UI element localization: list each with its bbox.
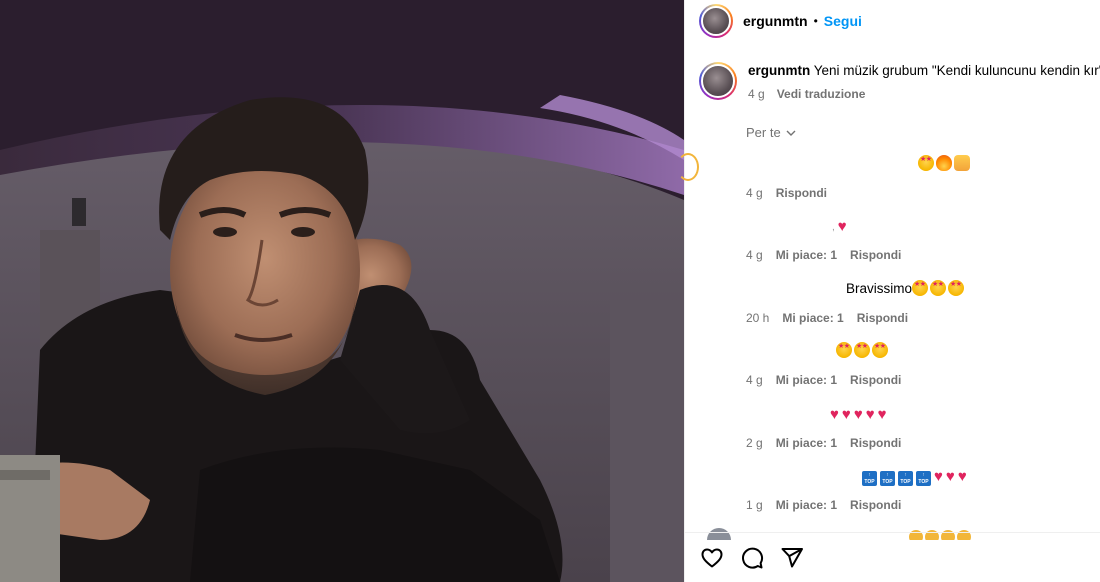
comment-item: 4 g Rispondi (746, 154, 1076, 200)
comment-time: 4 g (746, 248, 763, 262)
top-arrow-emoji-icon: ↑ TOP (862, 471, 877, 486)
comment-likes[interactable]: Mi piace: 1 (776, 436, 837, 450)
comment-time: 4 g (746, 373, 763, 387)
top-arrow-emoji-icon: ↑ TOP (898, 471, 913, 486)
reply-button[interactable]: Rispondi (857, 311, 908, 325)
comment-item: , ♥ 4 g Mi piace: 1 Rispondi (746, 216, 1076, 262)
reply-button[interactable]: Rispondi (776, 186, 827, 200)
comment-time: 4 g (746, 186, 763, 200)
commenter-avatar[interactable] (677, 153, 699, 181)
comment-meta: 4 g Rispondi (746, 186, 1076, 200)
top-arrow-emoji-icon: ↑ TOP (880, 471, 895, 486)
comment-item: ♥ ♥ ♥ ♥ ♥ 2 g Mi piace: 1 Rispondi (746, 404, 1076, 450)
reply-button[interactable]: Rispondi (850, 498, 901, 512)
comment-text: ♥ ♥ ♥ ♥ ♥ (746, 404, 1076, 424)
comment-time: 1 g (746, 498, 763, 512)
comment-meta: 2 g Mi piace: 1 Rispondi (746, 436, 1076, 450)
comment-meta: 1 g Mi piace: 1 Rispondi (746, 498, 1076, 512)
chevron-down-icon (786, 130, 796, 136)
heart-emoji-icon: ♥ (853, 406, 863, 423)
caption-username[interactable]: ergunmtn (748, 63, 810, 78)
comment-likes[interactable]: Mi piace: 1 (776, 373, 837, 387)
heart-emoji-icon: ♥ (830, 406, 839, 423)
caption-text: Yeni müzik grubum "Kendi kuluncunu kendi… (813, 63, 1100, 78)
raising-hands-emoji-icon (954, 155, 970, 171)
comment-item: Bravissimo 20 h Mi piace: 1 Rispondi (746, 279, 1076, 325)
heart-emoji-icon: ♥ (934, 468, 943, 485)
star-struck-emoji-icon (836, 342, 852, 358)
star-struck-emoji-icon (918, 155, 934, 171)
comment-meta: 4 g Mi piace: 1 Rispondi (746, 248, 1076, 262)
caption-avatar[interactable] (699, 62, 737, 100)
comment-text-content: , (832, 222, 835, 233)
heart-outline-icon (701, 548, 723, 567)
share-button[interactable] (779, 545, 805, 571)
comment-bubble-icon (742, 547, 764, 569)
reply-button[interactable]: Rispondi (850, 373, 901, 387)
heart-emoji-icon: ♥ (841, 406, 851, 423)
reply-button[interactable]: Rispondi (850, 248, 901, 262)
post-header: ergunmtn • Segui (685, 0, 1100, 42)
heart-emoji-icon: ♥ (957, 468, 967, 485)
star-struck-emoji-icon (912, 280, 929, 296)
post-photo[interactable] (0, 0, 684, 582)
comment-meta: 4 g Mi piace: 1 Rispondi (746, 373, 1076, 387)
comment-likes[interactable]: Mi piace: 1 (782, 311, 843, 325)
post-actions (685, 532, 1100, 582)
comment-text: ↑ TOP↑ TOP↑ TOP↑ TOP ♥ ♥ ♥ (746, 466, 1076, 486)
comment-time: 2 g (746, 436, 763, 450)
caption: ergunmtn Yeni müzik grubum "Kendi kulunc… (699, 62, 1100, 101)
top-arrow-emoji-icon: ↑ TOP (916, 471, 931, 486)
comment-text: , ♥ (746, 216, 1076, 236)
heart-emoji-icon: ♥ (865, 406, 875, 423)
comment-text-content: Bravissimo (846, 281, 913, 296)
star-struck-emoji-icon (948, 280, 965, 296)
comment-time: 20 h (746, 311, 770, 325)
star-struck-emoji-icon (854, 342, 870, 358)
comment-item: 4 g Mi piace: 1 Rispondi (746, 341, 1076, 387)
like-button[interactable] (699, 545, 725, 571)
comment-text (746, 341, 1076, 361)
post-side-panel: ergunmtn • Segui ergunmtn Yeni müzik gru… (677, 0, 1100, 582)
paper-plane-icon (781, 547, 803, 567)
follow-button[interactable]: Segui (824, 13, 862, 29)
comment-item: ↑ TOP↑ TOP↑ TOP↑ TOP ♥ ♥ ♥ 1 g Mi piace: 1 Rispond… (746, 466, 1076, 512)
caption-time: 4 g (748, 87, 765, 101)
author-username[interactable]: ergunmtn (743, 13, 808, 29)
portrait-illustration (0, 0, 684, 582)
author-avatar[interactable] (699, 4, 733, 38)
separator-dot: • (813, 14, 818, 28)
star-struck-emoji-icon (930, 280, 947, 296)
heart-emoji-icon: ♥ (837, 218, 847, 235)
comment-likes[interactable]: Mi piace: 1 (776, 248, 837, 262)
reply-button[interactable]: Rispondi (850, 436, 901, 450)
heart-emoji-icon: ♥ (945, 468, 955, 485)
comment-likes[interactable]: Mi piace: 1 (776, 498, 837, 512)
fire-emoji-icon (936, 155, 952, 171)
comment-button[interactable] (739, 545, 765, 571)
comment-text: Bravissimo (746, 279, 1076, 299)
post-viewer: ergunmtn • Segui ergunmtn Yeni müzik gru… (0, 0, 1100, 582)
comment-text (746, 154, 1076, 174)
sort-label: Per te (746, 125, 781, 140)
heart-emoji-icon: ♥ (877, 406, 887, 423)
comment-sort-dropdown[interactable]: Per te (746, 125, 797, 140)
translate-link[interactable]: Vedi traduzione (777, 87, 866, 101)
star-struck-emoji-icon (872, 342, 888, 358)
comment-meta: 20 h Mi piace: 1 Rispondi (746, 311, 1076, 325)
